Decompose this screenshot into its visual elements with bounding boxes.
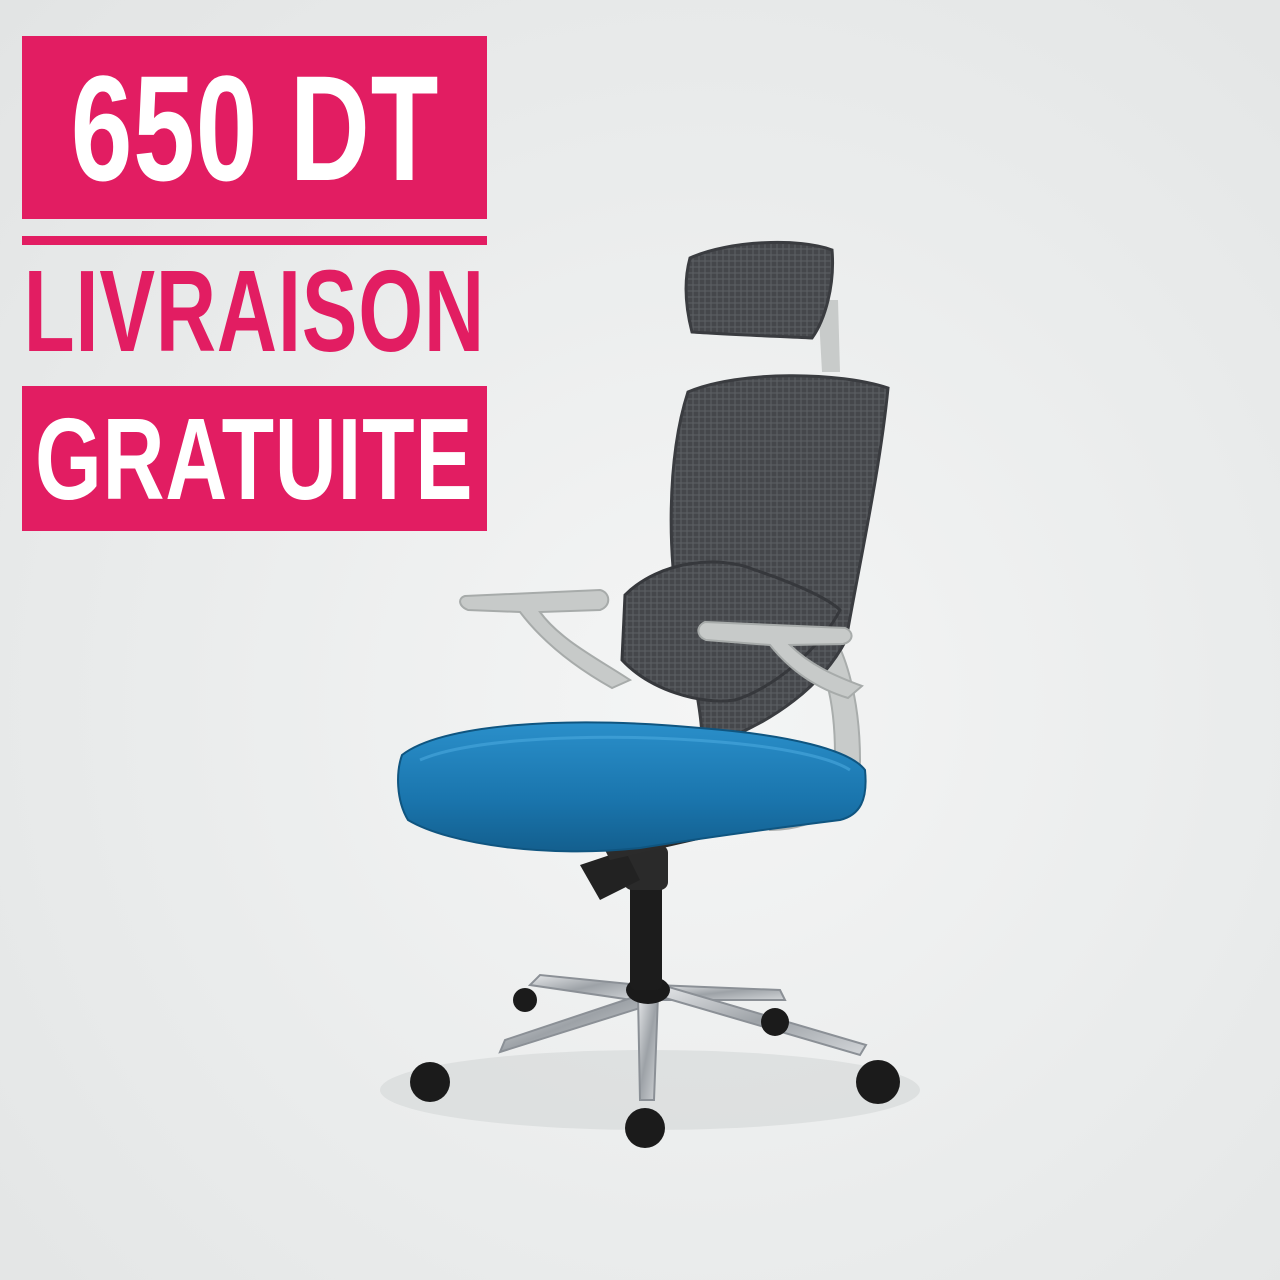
office-chair-illustration bbox=[380, 240, 920, 1148]
promo-image: 650 DT LIVRAISON GRATUITE bbox=[0, 0, 1280, 1280]
seat-cushion bbox=[397, 721, 867, 853]
gas-cylinder bbox=[630, 880, 662, 990]
headrest-mesh bbox=[684, 240, 835, 340]
left-armrest bbox=[459, 588, 633, 690]
